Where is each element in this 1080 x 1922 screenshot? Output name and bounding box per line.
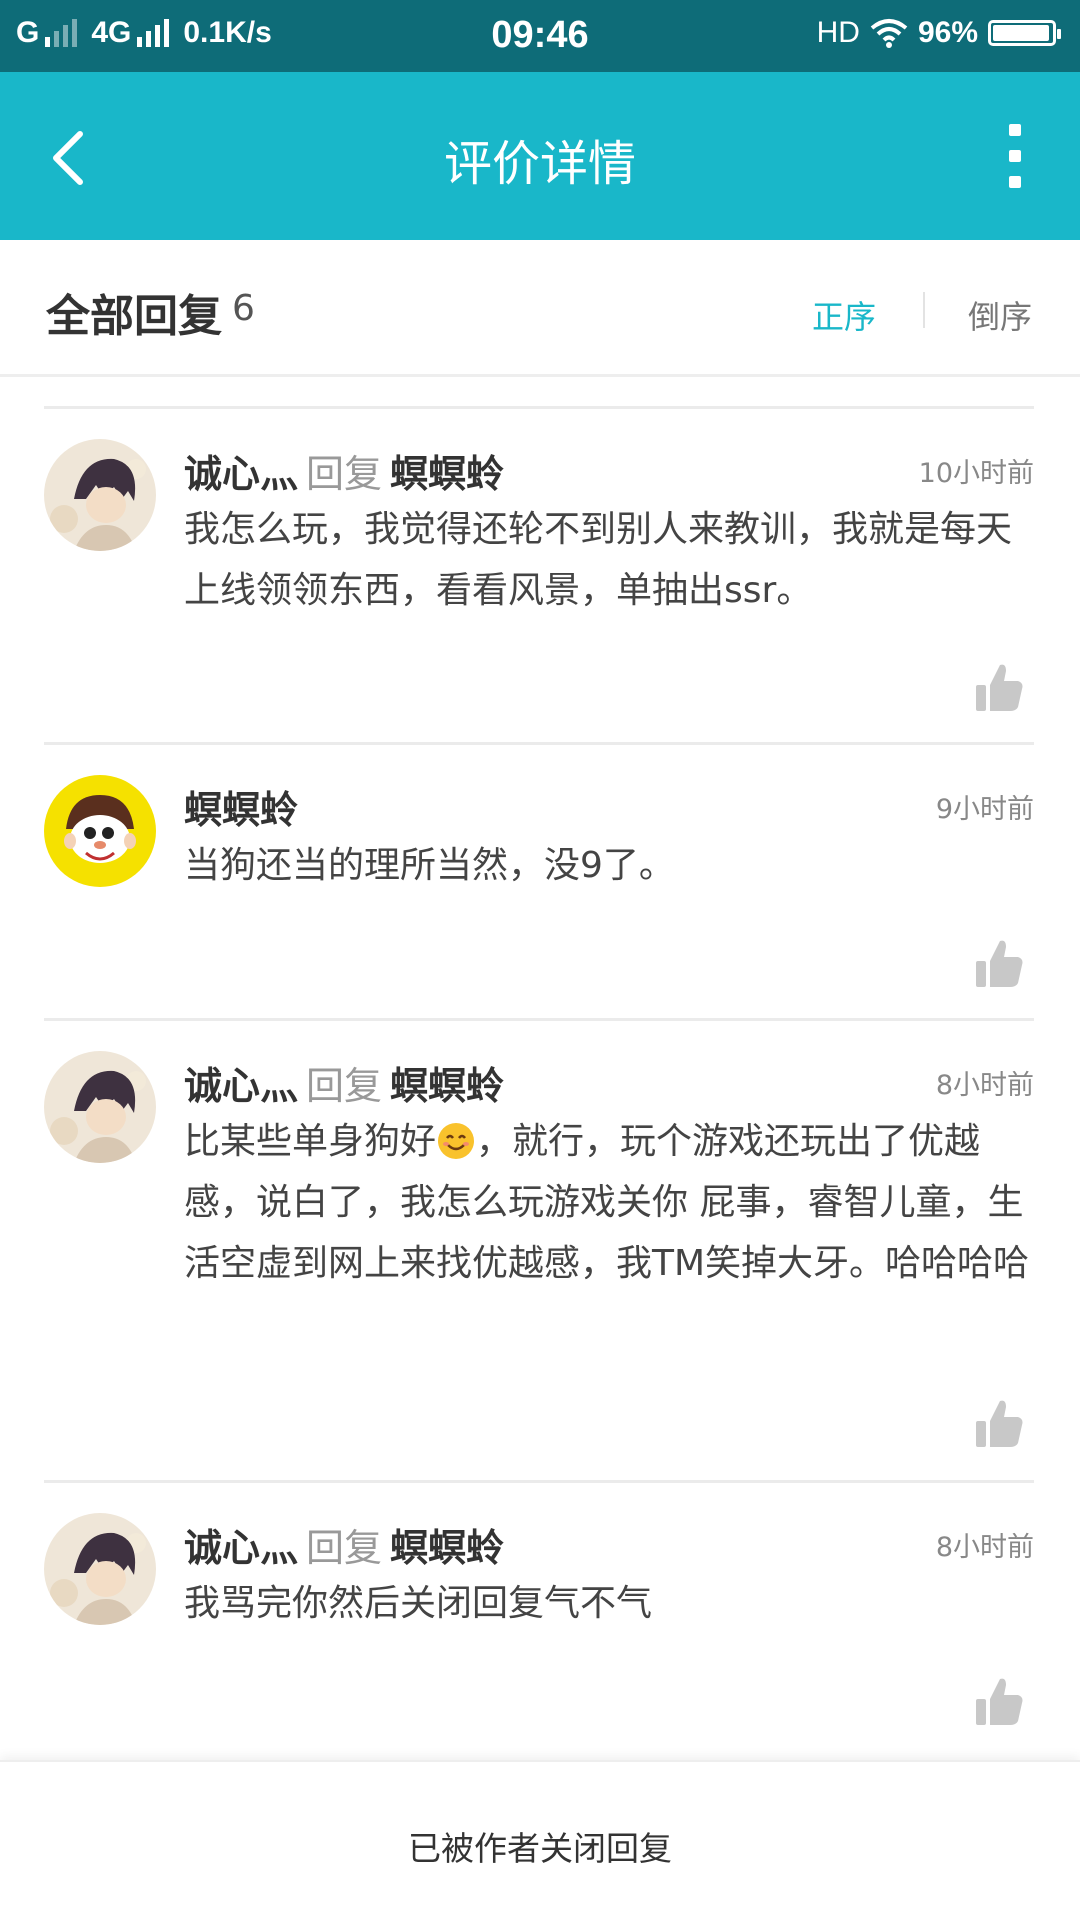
thumbs-up-icon[interactable] (974, 1675, 1024, 1727)
comment-item: 诚心灬 回复 螟螟蛉 8小时前 比某些单身狗好 ，就行，玩个游戏还玩出了优越感，说白了… (44, 1018, 1034, 1483)
sort-descending-button[interactable]: 倒序 (968, 292, 1032, 338)
more-dot (1009, 150, 1021, 162)
avatar[interactable] (44, 1513, 156, 1625)
hd-label: HD (816, 16, 860, 49)
title-bar: 评价详情 (0, 72, 1080, 240)
smile-emoji-icon (438, 1123, 475, 1159)
thumbs-up-icon[interactable] (974, 937, 1024, 989)
comment-time: 8小时前 (935, 1532, 1034, 1563)
more-dot (1009, 176, 1021, 188)
comment-author[interactable]: 诚心灬 (184, 1526, 298, 1570)
user-avatar-image (44, 439, 156, 551)
comment-text-part: 比某些单身狗好 (184, 1121, 437, 1162)
comment-header: 螟螟蛉 (184, 779, 298, 834)
reply-target[interactable]: 螟螟蛉 (390, 1526, 504, 1570)
more-dot (1009, 124, 1021, 136)
comment-time: 9小时前 (935, 794, 1034, 825)
comment-text: 当狗还当的理所当然，没9了。 (184, 845, 675, 886)
comment-item: 螟螟蛉 9小时前 当狗还当的理所当然，没9了。 (44, 742, 1034, 1021)
user-avatar-image (44, 1513, 156, 1625)
comment-time: 10小时前 (918, 458, 1034, 489)
wifi-icon (870, 19, 908, 48)
comment-header: 诚心灬 回复 螟螟蛉 (184, 443, 504, 498)
comment-header: 诚心灬 回复 螟螟蛉 (184, 1055, 504, 1110)
comment-time: 8小时前 (935, 1070, 1034, 1101)
battery-percent: 96% (917, 16, 978, 49)
reply-word: 回复 (306, 1064, 383, 1108)
status-bar: G 4G 0.1K/s 09:46 HD 96% (0, 0, 1080, 72)
cartoon-avatar-image (44, 775, 156, 887)
reply-target[interactable]: 螟螟蛉 (390, 1064, 504, 1108)
reply-closed-bar: 已被作者关闭回复 (0, 1760, 1080, 1922)
thumbs-up-icon[interactable] (974, 1397, 1024, 1449)
comment-author[interactable]: 诚心灬 (184, 1064, 298, 1108)
comment-text: 我怎么玩，我觉得还轮不到别人来教训，我就是每天上线领领东西，看看风景，单抽出ss… (184, 509, 1013, 611)
sort-ascending-button[interactable]: 正序 (812, 292, 876, 338)
reply-target[interactable]: 螟螟蛉 (390, 452, 504, 496)
reply-count: 6 (232, 288, 255, 329)
battery-icon (988, 20, 1061, 46)
more-button[interactable] (990, 124, 1040, 188)
avatar[interactable] (44, 1051, 156, 1163)
comment-header: 诚心灬 回复 螟螟蛉 (184, 1517, 504, 1572)
reply-word: 回复 (306, 1526, 383, 1570)
page-title: 评价详情 (443, 136, 636, 192)
thumbs-up-icon[interactable] (974, 661, 1024, 713)
comment-text: 比某些单身狗好 ，就行，玩个游戏还玩出了优越感，说白了，我怎么玩游戏关你 屁事，睿… (184, 1111, 1034, 1294)
all-replies-title: 全部回复 (46, 291, 222, 342)
avatar[interactable] (44, 439, 156, 551)
comment-text: 我骂完你然后关闭回复气不气 (184, 1583, 653, 1624)
status-right: HD 96% (816, 16, 1061, 50)
user-avatar-image (44, 1051, 156, 1163)
comment-item: 诚心灬 回复 螟螟蛉 8小时前 我骂完你然后关闭回复气不气 (44, 1480, 1034, 1759)
reply-closed-text: 已被作者关闭回复 (408, 1829, 672, 1868)
replies-header: 全部回复 6 正序 倒序 (0, 240, 1080, 377)
reply-word: 回复 (306, 452, 383, 496)
sort-divider (923, 292, 925, 328)
avatar[interactable] (44, 775, 156, 887)
comment-item: 诚心灬 回复 螟螟蛉 10小时前 我怎么玩，我觉得还轮不到别人来教训，我就是每天上线… (44, 406, 1034, 745)
comment-author[interactable]: 诚心灬 (184, 452, 298, 496)
comment-author[interactable]: 螟螟蛉 (184, 788, 298, 832)
